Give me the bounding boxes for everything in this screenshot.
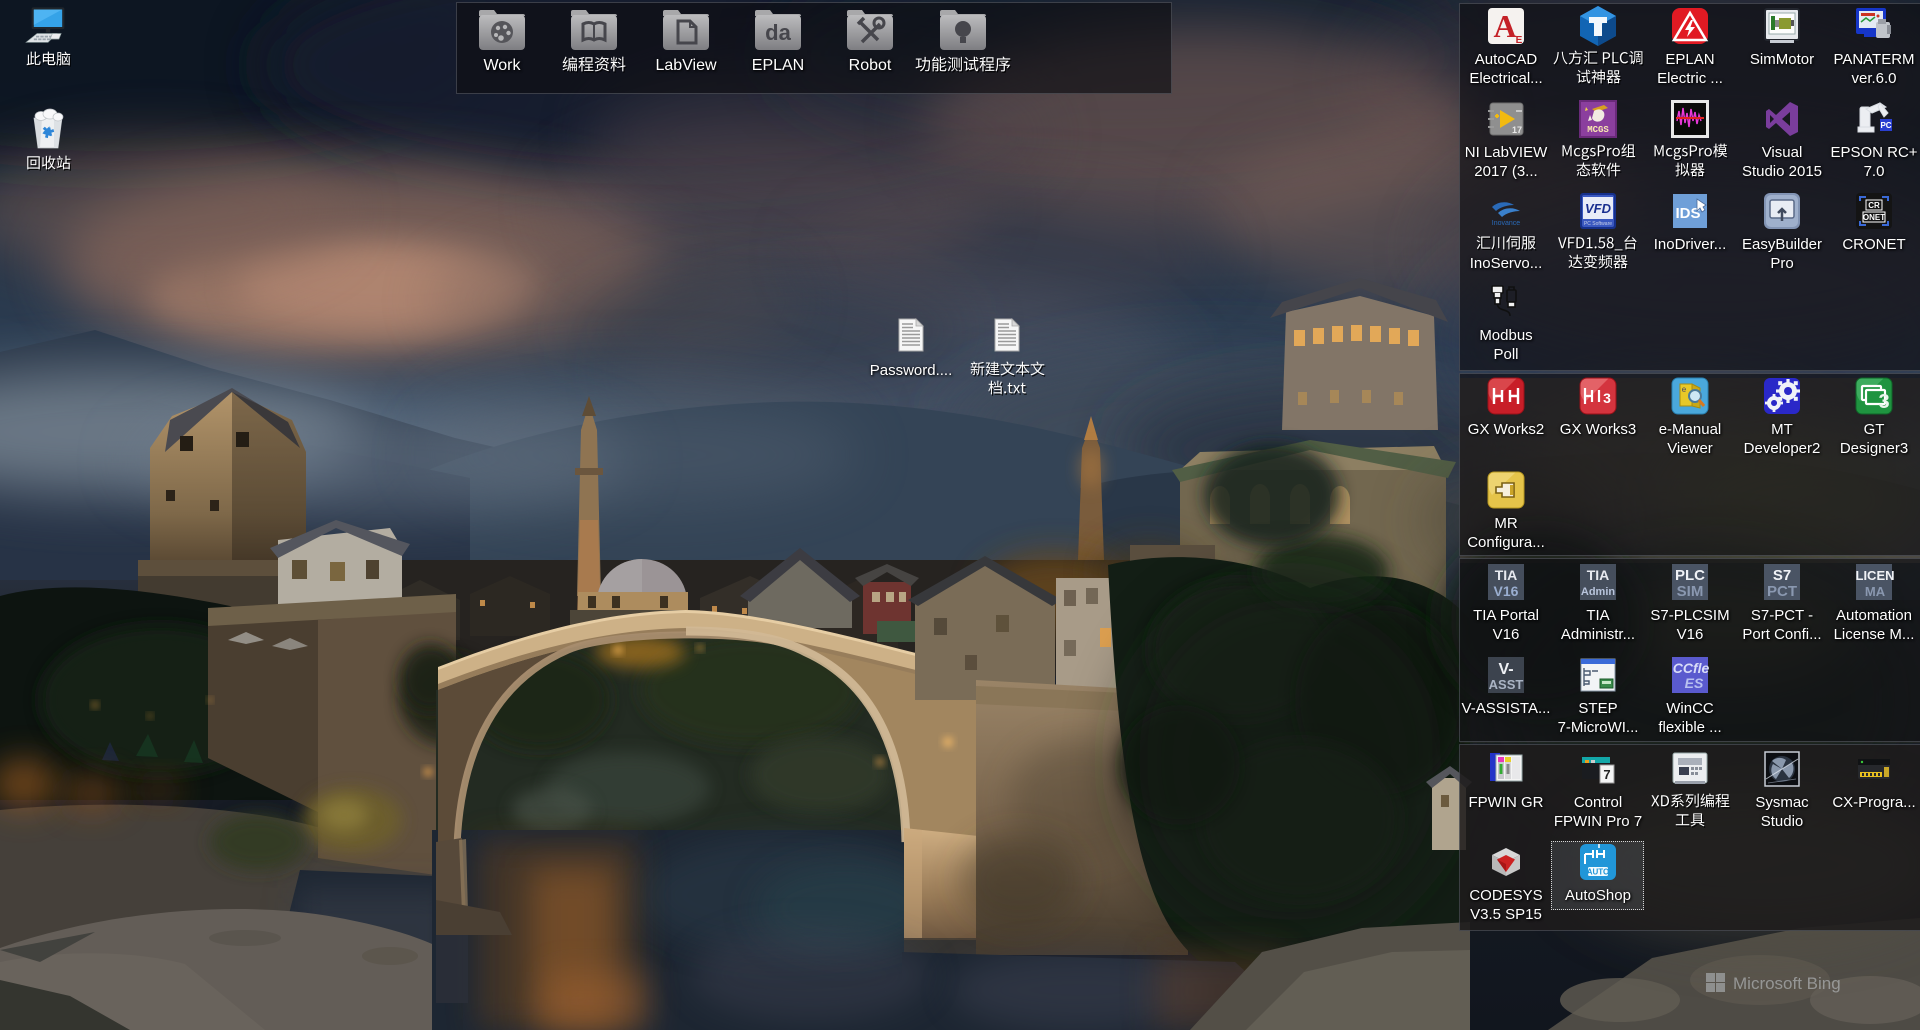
svg-text:SIM: SIM: [1677, 583, 1704, 600]
svg-text:e: e: [1682, 385, 1687, 394]
svg-text:VFD: VFD: [1585, 201, 1612, 216]
svg-text:PC Software: PC Software: [1584, 221, 1612, 227]
svg-text:Microsoft Bing: Microsoft Bing: [1733, 974, 1841, 993]
svg-text:ASST: ASST: [1489, 677, 1524, 692]
svg-text:3: 3: [1603, 390, 1611, 406]
svg-text:MCGS: MCGS: [1587, 125, 1609, 135]
svg-text:ONET: ONET: [1863, 213, 1885, 222]
svg-text:PLC: PLC: [1675, 567, 1705, 584]
svg-text:MA: MA: [1865, 584, 1886, 599]
svg-text:3: 3: [1878, 391, 1889, 413]
svg-text:CCfle: CCfle: [1673, 660, 1710, 676]
svg-text:CR: CR: [1868, 201, 1880, 210]
svg-text:PC: PC: [1880, 121, 1891, 130]
svg-text:V16: V16: [1494, 583, 1519, 599]
svg-text:da: da: [765, 20, 791, 45]
svg-text:A: A: [1493, 8, 1516, 44]
svg-text:TIA: TIA: [1495, 567, 1518, 583]
svg-text:Admin: Admin: [1581, 586, 1616, 598]
svg-text:Inovance: Inovance: [1492, 220, 1521, 227]
svg-text:V-: V-: [1498, 661, 1513, 678]
svg-text:LICEN: LICEN: [1856, 568, 1895, 583]
svg-text:TIA: TIA: [1587, 567, 1610, 583]
svg-text:17: 17: [1512, 125, 1522, 135]
svg-text:PCT: PCT: [1767, 583, 1797, 600]
svg-text:E: E: [1516, 35, 1523, 46]
svg-text:ES: ES: [1685, 675, 1704, 691]
svg-text:AUTO: AUTO: [1587, 868, 1610, 877]
svg-text:7: 7: [1603, 767, 1610, 782]
svg-text:S7: S7: [1773, 567, 1791, 584]
